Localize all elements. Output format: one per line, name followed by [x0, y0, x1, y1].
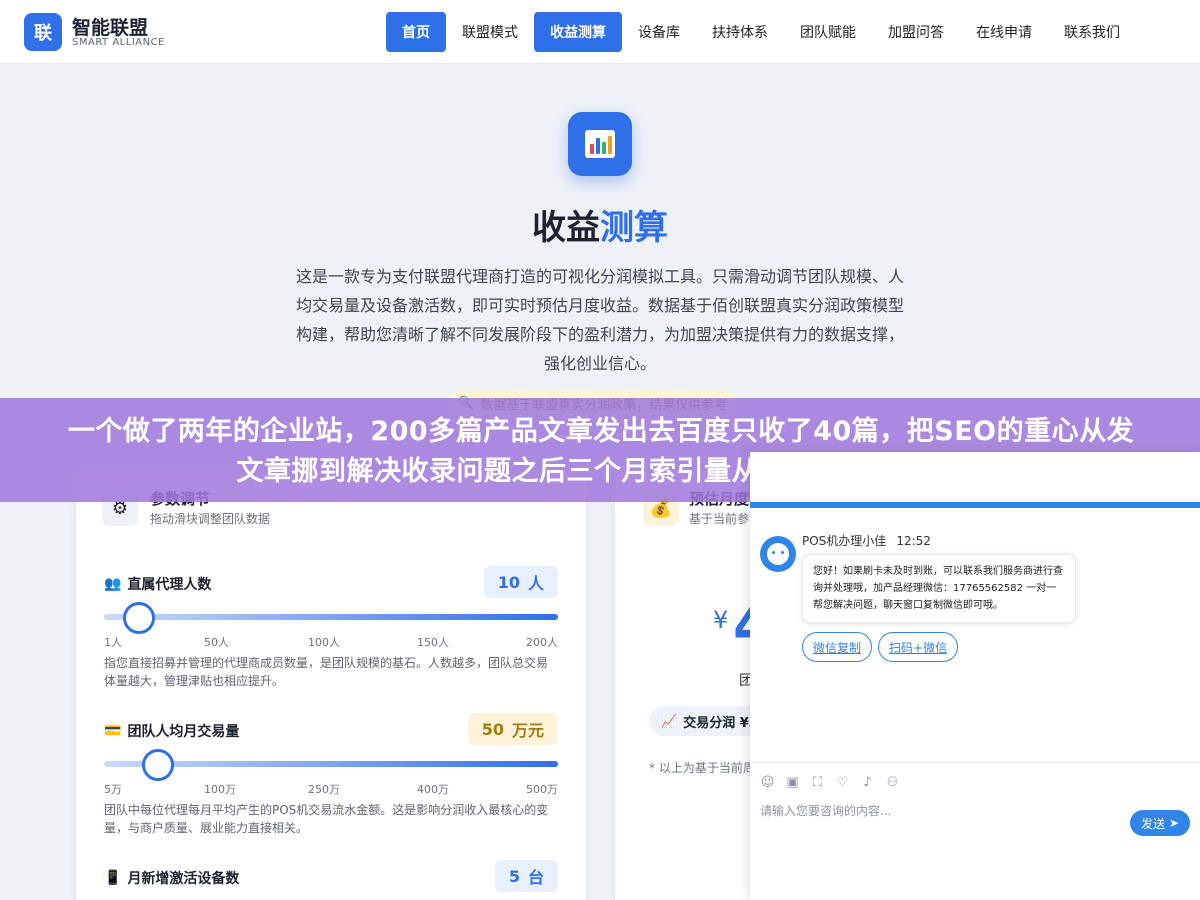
nav-item[interactable]: 收益测算	[534, 12, 622, 52]
param-value-badge: 10 人	[483, 566, 558, 598]
main-nav: 首页 联盟模式 收益测算 设备库 扶持体系 团队赋能 加盟问答 在线申请 联系我们	[386, 12, 1136, 52]
image-icon[interactable]: ▣	[785, 775, 800, 790]
site-header: 联 智能联盟 SMART ALLIANCE 首页 联盟模式 收益测算 设备库 扶持体系团…	[0, 0, 1200, 64]
sound-icon[interactable]: ♪	[860, 775, 875, 790]
chat-widget: – □ POS机办理小佳 12:52 您好！如果刷卡未及时到账，可以联系我们服务商…	[750, 452, 1200, 900]
logo-icon[interactable]: 联	[24, 13, 62, 51]
currency-symbol: ¥	[713, 606, 729, 634]
maximize-icon[interactable]: □	[1166, 460, 1192, 486]
chat-controls: – □	[1134, 460, 1192, 486]
slider-tick-label: 150人	[417, 636, 449, 649]
minimize-icon[interactable]: –	[1134, 460, 1160, 486]
slider-tick-label: 500万	[526, 783, 558, 796]
people-icon: 👥	[104, 576, 122, 592]
slider-track[interactable]	[104, 614, 558, 620]
send-icon: ➤	[1168, 816, 1180, 830]
param-label: 👥 直属代理人数	[104, 576, 212, 593]
slider-tick-label: 100万	[204, 783, 236, 796]
param-avg-volume: 💳 团队人均月交易量 50 万元 5万 100万 250万 400万 500万 团队中每位代…	[104, 713, 558, 843]
chat-quick-actions: 微信复制 扫码+微信	[802, 632, 959, 662]
nav-item[interactable]: 扶持体系	[696, 12, 784, 52]
chat-accent-bar	[750, 502, 1200, 508]
slider-tick-label: 50人	[204, 636, 229, 649]
param-label: 💳 团队人均月交易量	[104, 723, 240, 740]
slider-tick-label: 250万	[308, 783, 340, 796]
nav-item[interactable]: 首页	[386, 12, 446, 52]
param-description: 团队中每位代理每月平均产生的POS机交易流水金额。这是影响分润收入最核心的变量，…	[104, 803, 549, 835]
logo-title[interactable]: 智能联盟	[72, 13, 148, 40]
chat-time: 12:52	[896, 534, 931, 548]
agent-avatar	[760, 536, 796, 572]
nav-item[interactable]: 联盟模式	[446, 12, 534, 52]
estimate-panel-subtitle: 基于当前参	[689, 512, 750, 526]
chat-toolbar: ☺ ▣ ⛶ ♡ ♪ ⚇	[750, 762, 1200, 802]
slider-tick-label: 100人	[308, 636, 340, 649]
nav-item[interactable]: 设备库	[622, 12, 696, 52]
chat-input[interactable]: 请输入您要咨询的内容...	[760, 802, 891, 819]
copy-wechat-button[interactable]: 微信复制	[802, 632, 873, 662]
screenshot-icon[interactable]: ⛶	[810, 775, 825, 790]
logo-subtitle: SMART ALLIANCE	[72, 37, 165, 48]
nav-item[interactable]: 团队赋能	[784, 12, 872, 52]
scan-wechat-button[interactable]: 扫码+微信	[878, 632, 959, 662]
chart-check-icon: 📈	[661, 713, 678, 729]
param-label: 📱 月新增激活设备数	[104, 870, 240, 887]
bar-chart-icon	[568, 112, 632, 176]
slider-thumb[interactable]	[142, 749, 174, 781]
params-panel: ⚙ 参数调节 拖动滑块调整团队数据 👥直属代理人数 10人 1人50人100人1…	[76, 470, 586, 900]
param-new-devices: 📱 月新增激活设备数 5台	[104, 860, 558, 900]
slider-tick-label: 400万	[417, 783, 449, 796]
rating-icon[interactable]: ♡	[835, 775, 850, 790]
slider-thumb[interactable]	[123, 602, 155, 634]
page-description: 这是一款专为支付联盟代理商打造的可视化分润模拟工具。只需滑动调节团队规模、人均交…	[296, 267, 905, 373]
param-value-badge: 5台	[494, 860, 558, 892]
emoji-icon[interactable]: ☺	[760, 775, 775, 790]
phone-icon: 📱	[104, 870, 122, 886]
card-icon: 💳	[104, 723, 122, 739]
nav-item[interactable]: 联系我们	[1048, 12, 1136, 52]
slider-tick-label: 5万	[104, 783, 122, 796]
send-button[interactable]: 发送 ➤	[1130, 810, 1190, 836]
slider-ticks: 5万 100万 250万 400万 500万	[104, 781, 558, 796]
param-direct-agents: 👥 直属代理人数 10 人 1人 50人 100人 150人 200人 指您直接招募并管理的…	[104, 566, 558, 696]
chat-message: 您好！如果刷卡未及时到账，可以联系我们服务商进行查询并处理哦，加产品经理微信：1…	[802, 554, 1076, 623]
slider-tick-label: 1人	[104, 636, 122, 649]
nav-item[interactable]: 在线申请	[960, 12, 1048, 52]
wechat-icon[interactable]: ⚇	[885, 775, 900, 790]
slider-ticks: 1人 50人 100人 150人 200人	[104, 634, 558, 649]
slider-tick-label: 200人	[526, 636, 558, 649]
chat-titlebar[interactable]	[750, 452, 1200, 508]
params-panel-subtitle: 拖动滑块调整团队数据	[150, 512, 271, 526]
page-title: 收益测算	[532, 208, 668, 248]
nav-item[interactable]: 加盟问答	[872, 12, 960, 52]
param-description: 指您直接招募并管理的代理商成员数量，是团队规模的基石。人数越多，团队总交易体量越…	[104, 656, 549, 688]
chat-sender: POS机办理小佳 12:52	[802, 534, 931, 548]
param-value-badge: 50 万元	[467, 713, 558, 745]
